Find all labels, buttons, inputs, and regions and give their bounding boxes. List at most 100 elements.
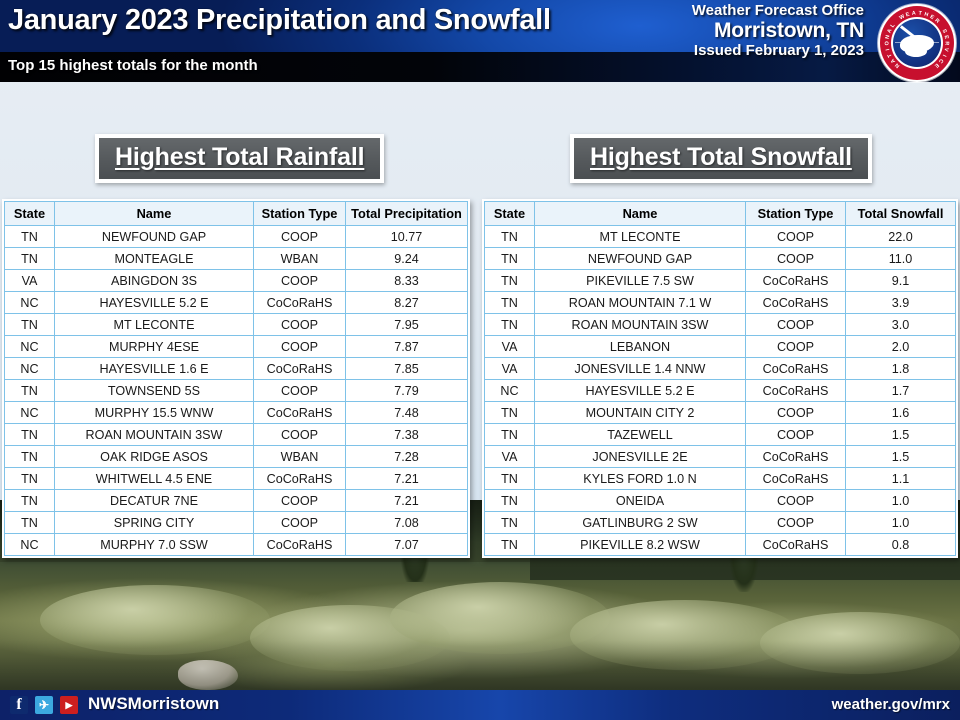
cell-value: 3.9 — [845, 291, 956, 314]
cell-value: 1.6 — [845, 401, 956, 424]
rainfall-table-body: TN NEWFOUND GAP COOP 10.77 TN MONTEAGLE WBAN 9.… — [4, 225, 468, 556]
table-row: TN TOWNSEND 5S COOP 7.79 — [4, 379, 468, 402]
rainfall-section-title: Highest Total Rainfall — [95, 134, 385, 183]
cell-state: NC — [484, 379, 535, 402]
page-title: January 2023 Precipitation and Snowfall — [8, 4, 551, 36]
cell-state: VA — [484, 445, 535, 468]
cell-value: 9.24 — [345, 247, 468, 270]
cell-state: TN — [484, 313, 535, 336]
cell-value: 10.77 — [345, 225, 468, 248]
facebook-glyph: f — [16, 696, 22, 713]
cell-name: TAZEWELL — [534, 423, 746, 446]
youtube-icon[interactable]: ▶ — [60, 696, 78, 714]
facebook-icon[interactable]: f — [10, 696, 28, 714]
office-identification: Weather Forecast Office Morristown, TN I… — [692, 2, 864, 59]
column-header-state: State — [484, 201, 535, 226]
seal-ring-letter: C — [937, 57, 945, 65]
table-row: TN MOUNTAIN CITY 2 COOP 1.6 — [484, 401, 956, 424]
seal-ring-letter: E — [942, 34, 950, 40]
table-row: NC MURPHY 15.5 WNW CoCoRaHS 7.48 — [4, 401, 468, 424]
cell-station-type: CoCoRaHS — [253, 467, 346, 490]
table-row: TN MONTEAGLE WBAN 9.24 — [4, 247, 468, 270]
cell-state: NC — [4, 533, 55, 556]
cell-name: HAYESVILLE 5.2 E — [534, 379, 746, 402]
cell-value: 11.0 — [845, 247, 956, 270]
cell-station-type: COOP — [745, 247, 846, 270]
seal-ring-letter: T — [918, 10, 923, 17]
cell-name: ROAN MOUNTAIN 3SW — [534, 313, 746, 336]
cell-value: 1.5 — [845, 423, 956, 446]
table-row: TN GATLINBURG 2 SW COOP 1.0 — [484, 511, 956, 534]
social-handle[interactable]: NWSMorristown — [88, 694, 219, 714]
cell-name: PIKEVILLE 7.5 SW — [534, 269, 746, 292]
cell-state: TN — [4, 423, 55, 446]
nws-seal-icon: NATIONALWEATHERSERVICE — [878, 4, 956, 82]
column-header-name: Name — [534, 201, 746, 226]
snowfall-section-title: Highest Total Snowfall — [570, 134, 872, 183]
column-header-station-type: Station Type — [745, 201, 846, 226]
table-row: TN SPRING CITY COOP 7.08 — [4, 511, 468, 534]
cell-value: 7.95 — [345, 313, 468, 336]
table-row: VA LEBANON COOP 2.0 — [484, 335, 956, 358]
seal-ring-letter: R — [943, 41, 950, 46]
table-row: TN ROAN MOUNTAIN 7.1 W CoCoRaHS 3.9 — [484, 291, 956, 314]
cell-name: MURPHY 15.5 WNW — [54, 401, 254, 424]
cell-value: 1.8 — [845, 357, 956, 380]
cell-station-type: CoCoRaHS — [745, 467, 846, 490]
cell-station-type: COOP — [745, 225, 846, 248]
table-row: TN ROAN MOUNTAIN 3SW COOP 7.38 — [4, 423, 468, 446]
cell-name: MOUNTAIN CITY 2 — [534, 401, 746, 424]
cell-station-type: CoCoRaHS — [745, 379, 846, 402]
cell-state: TN — [484, 467, 535, 490]
cell-name: PIKEVILLE 8.2 WSW — [534, 533, 746, 556]
table-row: TN KYLES FORD 1.0 N CoCoRaHS 1.1 — [484, 467, 956, 490]
cell-station-type: CoCoRaHS — [745, 533, 846, 556]
cell-station-type: COOP — [745, 423, 846, 446]
table-row: TN TAZEWELL COOP 1.5 — [484, 423, 956, 446]
cell-station-type: COOP — [253, 423, 346, 446]
cell-state: TN — [4, 489, 55, 512]
cell-state: TN — [4, 511, 55, 534]
table-row: TN PIKEVILLE 8.2 WSW CoCoRaHS 0.8 — [484, 533, 956, 556]
office-label: Weather Forecast Office — [691, 2, 864, 19]
cell-state: TN — [4, 445, 55, 468]
twitter-icon[interactable]: ✈ — [35, 696, 53, 714]
cell-name: GATLINBURG 2 SW — [534, 511, 746, 534]
cell-state: TN — [484, 291, 535, 314]
website-link[interactable]: weather.gov/mrx — [832, 696, 950, 713]
cell-value: 7.28 — [345, 445, 468, 468]
cell-station-type: COOP — [253, 511, 346, 534]
cell-value: 7.08 — [345, 511, 468, 534]
page-subtitle: Top 15 highest totals for the month — [8, 57, 258, 74]
cell-station-type: CoCoRaHS — [253, 291, 346, 314]
seal-ring-letter: O — [884, 41, 891, 46]
cell-station-type: COOP — [253, 379, 346, 402]
cell-value: 7.07 — [345, 533, 468, 556]
cell-state: NC — [4, 401, 55, 424]
snowfall-table: State Name Station Type Total Snowfall T… — [484, 201, 956, 556]
table-row: TN DECATUR 7NE COOP 7.21 — [4, 489, 468, 512]
table-row: NC MURPHY 4ESE COOP 7.87 — [4, 335, 468, 358]
cell-state: NC — [4, 335, 55, 358]
seal-ring-letter: A — [911, 10, 917, 17]
table-row: VA ABINGDON 3S COOP 8.33 — [4, 269, 468, 292]
cell-state: NC — [4, 291, 55, 314]
cell-station-type: COOP — [745, 313, 846, 336]
column-header-total-precipitation: Total Precipitation — [345, 201, 468, 226]
cell-value: 7.85 — [345, 357, 468, 380]
cell-station-type: COOP — [745, 511, 846, 534]
cell-station-type: CoCoRaHS — [253, 533, 346, 556]
cell-station-type: COOP — [745, 335, 846, 358]
cell-name: JONESVILLE 1.4 NNW — [534, 357, 746, 380]
cell-name: SPRING CITY — [54, 511, 254, 534]
cell-station-type: CoCoRaHS — [745, 269, 846, 292]
cell-name: ROAN MOUNTAIN 7.1 W — [534, 291, 746, 314]
snowfall-table-body: TN MT LECONTE COOP 22.0 TN NEWFOUND GAP COOP 11… — [484, 225, 956, 556]
cell-name: HAYESVILLE 5.2 E — [54, 291, 254, 314]
cell-name: KYLES FORD 1.0 N — [534, 467, 746, 490]
cell-state: TN — [484, 489, 535, 512]
column-header-station-type: Station Type — [253, 201, 346, 226]
cell-station-type: COOP — [253, 335, 346, 358]
table-row: TN NEWFOUND GAP COOP 10.77 — [4, 225, 468, 248]
cell-station-type: CoCoRaHS — [745, 291, 846, 314]
